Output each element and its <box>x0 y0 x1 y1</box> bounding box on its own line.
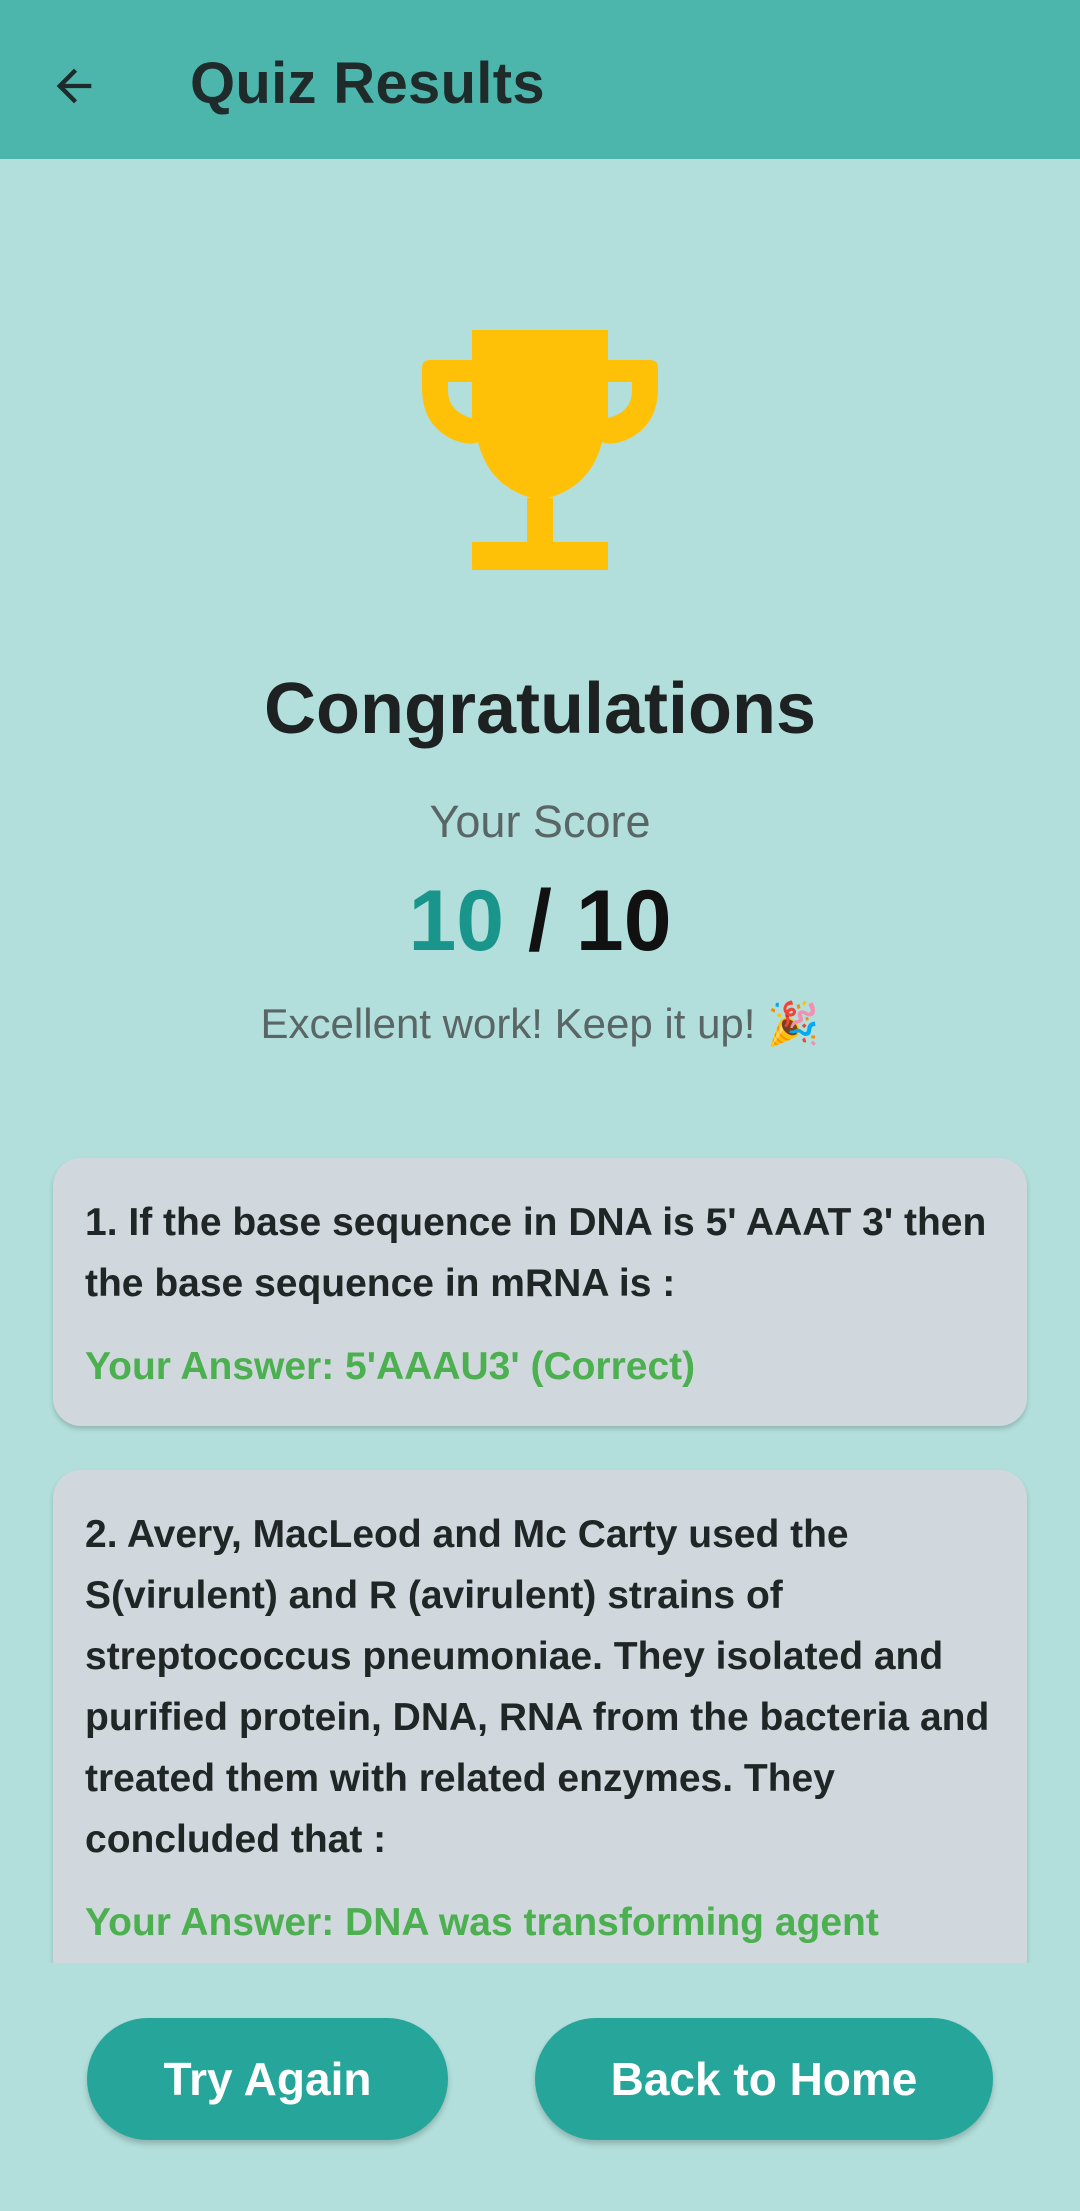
score-label: Your Score <box>429 796 651 847</box>
score-display: 10 / 10 <box>0 872 1080 971</box>
score-value: 10 <box>408 873 505 969</box>
results-list[interactable]: 1. If the base sequence in DNA is 5' AAA… <box>0 1150 1080 1963</box>
try-again-button[interactable]: Try Again <box>87 2018 448 2140</box>
question-text: 2. Avery, MacLeod and Mc Carty used the … <box>85 1513 990 1861</box>
score-total: 10 <box>575 873 672 969</box>
page-title: Quiz Results <box>190 51 545 116</box>
back-to-home-button[interactable]: Back to Home <box>535 2018 993 2140</box>
congratulations-heading: Congratulations <box>264 669 816 749</box>
app-bar: Quiz Results <box>0 0 1080 159</box>
trophy-icon <box>422 330 658 570</box>
result-card: 2. Avery, MacLeod and Mc Carty used the … <box>53 1470 1027 1963</box>
quiz-results-screen: Quiz Results Congratulations Your Score … <box>0 0 1080 2211</box>
arrow-left-icon <box>56 68 92 104</box>
result-card: 1. If the base sequence in DNA is 5' AAA… <box>53 1158 1027 1426</box>
question-text: 1. If the base sequence in DNA is 5' AAA… <box>85 1201 987 1305</box>
answer-text: Your Answer: 5'AAAU3' (Correct) <box>85 1345 696 1388</box>
answer-text: Your Answer: DNA was transforming agent … <box>85 1901 879 1963</box>
encouragement-message: Excellent work! Keep it up! 🎉 <box>260 1000 820 1047</box>
score-separator: / <box>528 873 552 969</box>
back-button[interactable] <box>28 40 120 132</box>
